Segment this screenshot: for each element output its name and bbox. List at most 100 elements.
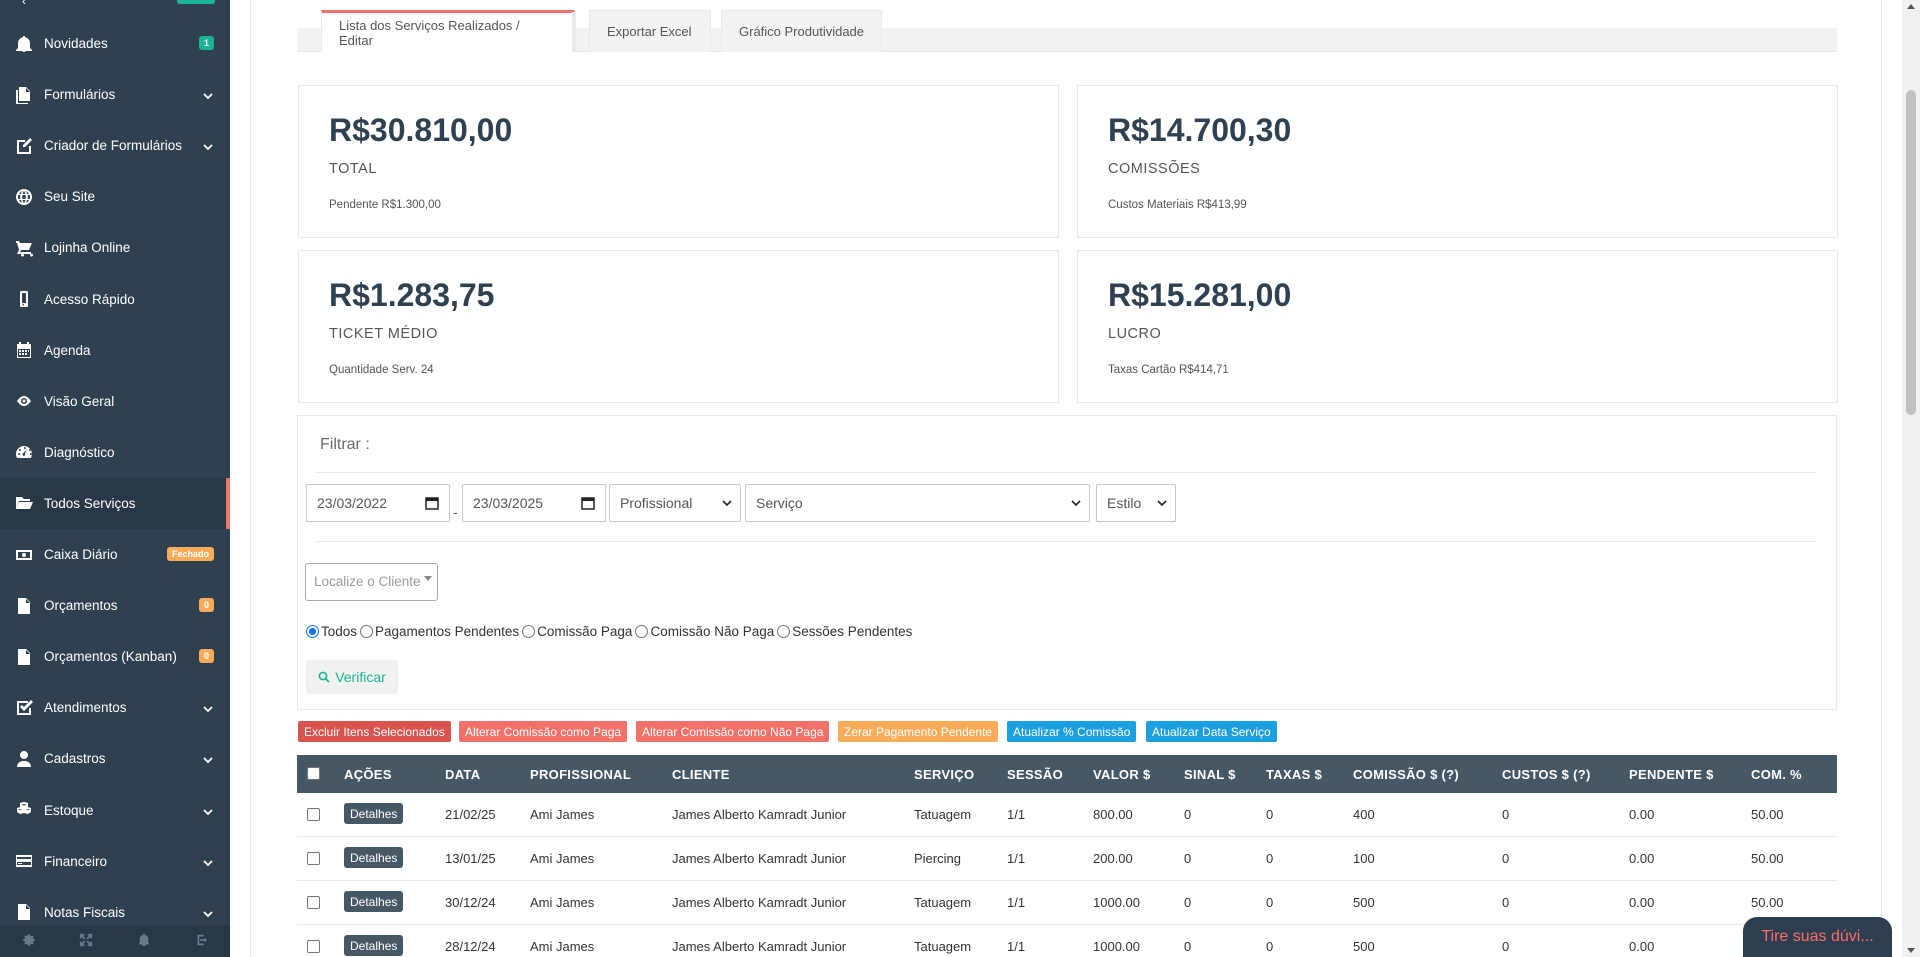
row-checkbox[interactable] bbox=[307, 940, 320, 953]
sidebar-item-visão-geral[interactable]: Visão Geral bbox=[0, 376, 230, 427]
sidebar-item-diagnóstico[interactable]: Diagnóstico bbox=[0, 427, 230, 478]
stat-card-profit: R$15.281,00 LUCRO Taxas Cartão R$414,71 bbox=[1077, 250, 1838, 403]
radio-circle[interactable] bbox=[306, 625, 319, 638]
stat-sub: Taxas Cartão R$414,71 bbox=[1108, 364, 1229, 376]
sidebar-item-cadastros[interactable]: Cadastros bbox=[0, 733, 230, 784]
table-cell: 21/02/25 bbox=[445, 807, 496, 822]
sidebar-item-estoque[interactable]: Estoque bbox=[0, 785, 230, 836]
radio-all[interactable]: Todos bbox=[306, 624, 357, 639]
select-all-checkbox[interactable] bbox=[307, 767, 320, 780]
update-service-date-button[interactable]: Atualizar Data Serviço bbox=[1146, 721, 1277, 742]
tab-label: Exportar Excel bbox=[607, 24, 692, 39]
professional-value: Profissional bbox=[620, 495, 693, 511]
table-cell: Ami James bbox=[530, 939, 595, 954]
sidebar-item-lojinha-online[interactable]: Lojinha Online bbox=[0, 222, 230, 273]
sidebar-item-caixa-diário[interactable]: Caixa Diário Fechado bbox=[0, 529, 230, 580]
table-cell: 0 bbox=[1184, 895, 1192, 910]
radio-circle[interactable] bbox=[777, 625, 791, 638]
sidebar-item-label: Diagnóstico bbox=[44, 444, 115, 460]
reset-pending-payment-button[interactable]: Zerar Pagamento Pendente bbox=[838, 721, 999, 742]
sidebar-item-label: Estoque bbox=[44, 802, 94, 818]
bell-icon[interactable] bbox=[137, 933, 151, 950]
tab-export-excel[interactable]: Exportar Excel bbox=[589, 10, 711, 52]
filter-panel: Filtrar : 23/03/2022 - 23/03/2025 Profis… bbox=[297, 415, 1837, 710]
file-text-icon bbox=[14, 647, 34, 667]
sidebar-item-todos-serviços[interactable]: Todos Serviços bbox=[0, 477, 230, 529]
radio-commission-unpaid[interactable]: Comissão Não Paga bbox=[635, 624, 774, 639]
sidebar-item-agenda[interactable]: Agenda bbox=[0, 325, 230, 376]
details-button[interactable]: Detalhes bbox=[344, 891, 404, 912]
details-button[interactable]: Detalhes bbox=[344, 803, 404, 824]
sidebar-item-orçamentos-kanban-[interactable]: Orçamentos (Kanban) 0 bbox=[0, 631, 230, 682]
professional-select[interactable]: Profissional bbox=[609, 484, 741, 522]
sidebar-item-label: Visão Geral bbox=[44, 393, 115, 409]
sidebar-item-financeiro[interactable]: Financeiro bbox=[0, 836, 230, 887]
table-cell: 800.00 bbox=[1093, 807, 1133, 822]
sidebar-item-criador-de-formulários[interactable]: Criador de Formulários bbox=[0, 120, 230, 171]
table-row: Detalhes 21/02/25 Ami James James Alberto K… bbox=[297, 793, 1837, 837]
sidebar-footer bbox=[0, 925, 230, 957]
chevron-left-icon[interactable]: ‹ bbox=[22, 0, 26, 8]
date-from-input[interactable]: 23/03/2022 bbox=[306, 484, 450, 522]
stat-value: R$14.700,30 bbox=[1108, 112, 1292, 148]
radio-circle[interactable] bbox=[635, 625, 649, 638]
details-button[interactable]: Detalhes bbox=[344, 847, 404, 868]
table-row: Detalhes 13/01/25 Ami James James Alberto K… bbox=[297, 837, 1837, 881]
radio-pending-payments[interactable]: Pagamentos Pendentes bbox=[360, 624, 519, 639]
scroll-thumb[interactable] bbox=[1906, 90, 1916, 415]
tab-service-list[interactable]: Lista dos Serviços Realizados / Editar bbox=[321, 10, 575, 52]
table-cell: Ami James bbox=[530, 895, 595, 910]
table-cell: 500 bbox=[1353, 895, 1375, 910]
stat-value: R$1.283,75 bbox=[329, 277, 495, 313]
page-scrollbar[interactable] bbox=[1902, 0, 1920, 957]
sidebar-item-formulários[interactable]: Formulários bbox=[0, 69, 230, 120]
sidebar-item-novidades[interactable]: Novidades 1 bbox=[0, 18, 230, 69]
delete-selected-button[interactable]: Excluir Itens Selecionados bbox=[298, 721, 451, 742]
verify-button[interactable]: Verificar bbox=[306, 660, 398, 694]
scroll-up-icon[interactable] bbox=[1907, 4, 1915, 9]
expand-icon[interactable] bbox=[79, 933, 93, 950]
chat-help-button[interactable]: Tire suas dúvi... bbox=[1743, 917, 1892, 957]
calendar-icon[interactable] bbox=[425, 496, 439, 510]
details-button[interactable]: Detalhes bbox=[344, 935, 404, 956]
sidebar-item-label: Orçamentos bbox=[44, 598, 118, 614]
radio-circle[interactable] bbox=[522, 625, 536, 638]
table-cell: Tatuagem bbox=[914, 807, 972, 822]
row-checkbox[interactable] bbox=[307, 808, 320, 821]
mark-commission-unpaid-button[interactable]: Alterar Comissão como Não Paga bbox=[636, 721, 830, 742]
sidebar-item-atendimentos[interactable]: Atendimentos bbox=[0, 682, 230, 733]
sidebar-item-label: Todos Serviços bbox=[44, 495, 136, 511]
tab-productivity-chart[interactable]: Gráfico Produtividade bbox=[721, 10, 882, 52]
sidebar-item-orçamentos[interactable]: Orçamentos 0 bbox=[0, 580, 230, 631]
stat-card-total: R$30.810,00 TOTAL Pendente R$1.300,00 bbox=[298, 85, 1059, 238]
button-label: Atualizar % Comissão bbox=[1013, 724, 1131, 739]
style-select[interactable]: Estilo bbox=[1096, 484, 1176, 522]
radio-pending-sessions[interactable]: Sessões Pendentes bbox=[777, 624, 912, 639]
sidebar-item-seu-site[interactable]: Seu Site bbox=[0, 171, 230, 222]
logout-icon[interactable] bbox=[194, 933, 208, 950]
gear-icon[interactable] bbox=[22, 933, 36, 950]
update-commission-percent-button[interactable]: Atualizar % Comissão bbox=[1007, 721, 1137, 742]
stat-label: LUCRO bbox=[1108, 326, 1162, 342]
divider bbox=[316, 541, 1816, 542]
button-label: Atualizar Data Serviço bbox=[1152, 724, 1271, 739]
sidebar-item-label: Orçamentos (Kanban) bbox=[44, 649, 177, 665]
stat-label: TICKET MÉDIO bbox=[329, 326, 438, 342]
stat-label: TOTAL bbox=[329, 161, 377, 177]
stat-sub: Pendente R$1.300,00 bbox=[329, 199, 441, 211]
service-select[interactable]: Serviço bbox=[745, 484, 1090, 522]
date-to-input[interactable]: 23/03/2025 bbox=[462, 484, 606, 522]
radio-commission-paid[interactable]: Comissão Paga bbox=[522, 624, 632, 639]
files-icon bbox=[14, 85, 34, 105]
calendar-icon[interactable] bbox=[581, 496, 595, 510]
scroll-down-icon[interactable] bbox=[1907, 948, 1915, 953]
sidebar-item-acesso-rápido[interactable]: Acesso Rápido bbox=[0, 274, 230, 325]
table-cell: 13/01/25 bbox=[445, 851, 496, 866]
mark-commission-paid-button[interactable]: Alterar Comissão como Paga bbox=[459, 721, 628, 742]
table-row: Detalhes 28/12/24 Ami James James Alberto K… bbox=[297, 925, 1837, 957]
client-search-input[interactable]: Localize o Cliente bbox=[305, 563, 438, 601]
radio-circle[interactable] bbox=[360, 625, 374, 638]
row-checkbox[interactable] bbox=[307, 852, 320, 865]
credit-card-icon bbox=[14, 851, 34, 871]
row-checkbox[interactable] bbox=[307, 896, 320, 909]
